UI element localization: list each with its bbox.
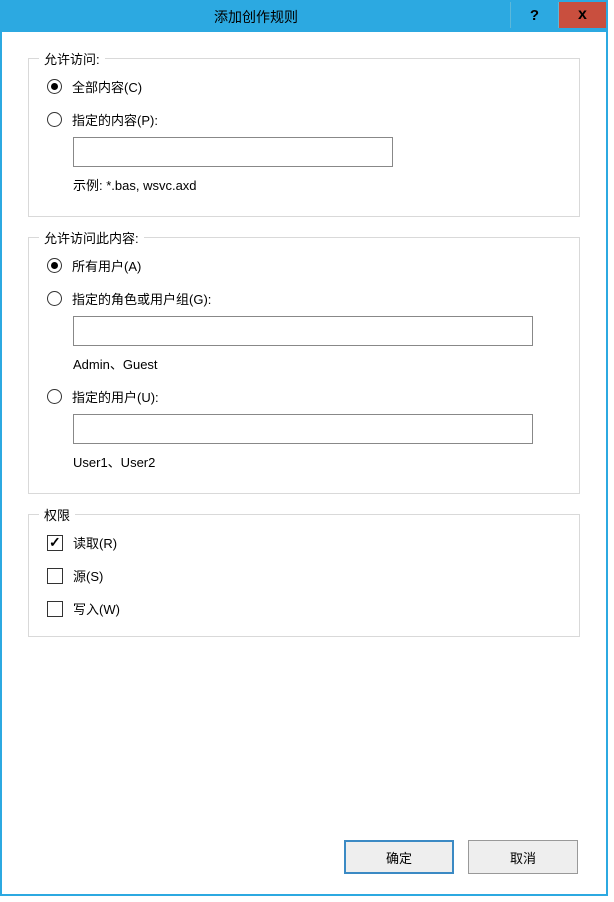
access-legend: 允许访问: [39,49,105,68]
dialog-content: 允许访问: 全部内容(C) 指定的内容(P): 示例: *.bas, wsvc.… [2,32,606,667]
help-button[interactable]: ? [510,2,558,28]
close-button[interactable]: x [558,2,606,28]
permissions-fieldset: 权限 读取(R) 源(S) 写入(W) [28,514,580,637]
ok-button[interactable]: 确定 [344,840,454,874]
content-example-label: 示例: *.bas, wsvc.axd [73,175,561,194]
who-legend: 允许访问此内容: [39,228,144,247]
roles-example-label: Admin、Guest [73,354,561,373]
checkbox-row-read: 读取(R) [47,533,561,552]
checkbox-write[interactable] [47,601,63,617]
checkbox-read-label[interactable]: 读取(R) [73,533,117,552]
radio-all-content-label[interactable]: 全部内容(C) [72,77,142,96]
dialog-button-row: 确定 取消 [344,840,578,874]
cancel-button[interactable]: 取消 [468,840,578,874]
radio-row-roles: 指定的角色或用户组(G): [47,289,561,308]
who-fieldset: 允许访问此内容: 所有用户(A) 指定的角色或用户组(G): Admin、Gue… [28,237,580,494]
dialog-window: 添加创作规则 ? x 允许访问: 全部内容(C) 指定的内容(P): 示例: *… [0,0,608,896]
users-input[interactable] [73,414,533,444]
radio-specified-users[interactable] [47,389,62,404]
checkbox-source-label[interactable]: 源(S) [73,566,103,585]
permissions-legend: 权限 [39,505,75,524]
radio-specified-users-label[interactable]: 指定的用户(U): [72,387,159,406]
users-group: 指定的用户(U): User1、User2 [47,387,561,471]
radio-specified-content[interactable] [47,112,62,127]
checkbox-source[interactable] [47,568,63,584]
radio-row-all-content: 全部内容(C) [47,77,561,96]
checkbox-read[interactable] [47,535,63,551]
radio-roles-groups-label[interactable]: 指定的角色或用户组(G): [72,289,211,308]
radio-roles-groups[interactable] [47,291,62,306]
checkbox-row-source: 源(S) [47,566,561,585]
dialog-title: 添加创作规则 [2,7,510,27]
specified-content-input[interactable] [73,137,393,167]
radio-all-content[interactable] [47,79,62,94]
radio-all-users[interactable] [47,258,62,273]
titlebar-buttons: ? x [510,2,606,32]
users-example-label: User1、User2 [73,452,561,471]
checkbox-write-label[interactable]: 写入(W) [73,599,120,618]
titlebar: 添加创作规则 ? x [2,2,606,32]
radio-specified-content-label[interactable]: 指定的内容(P): [72,110,158,129]
radio-row-users: 指定的用户(U): [47,387,561,406]
access-fieldset: 允许访问: 全部内容(C) 指定的内容(P): 示例: *.bas, wsvc.… [28,58,580,217]
radio-all-users-label[interactable]: 所有用户(A) [72,256,141,275]
radio-row-all-users: 所有用户(A) [47,256,561,275]
roles-input[interactable] [73,316,533,346]
radio-row-specified-content: 指定的内容(P): [47,110,561,129]
checkbox-row-write: 写入(W) [47,599,561,618]
roles-group: 指定的角色或用户组(G): Admin、Guest [47,289,561,373]
